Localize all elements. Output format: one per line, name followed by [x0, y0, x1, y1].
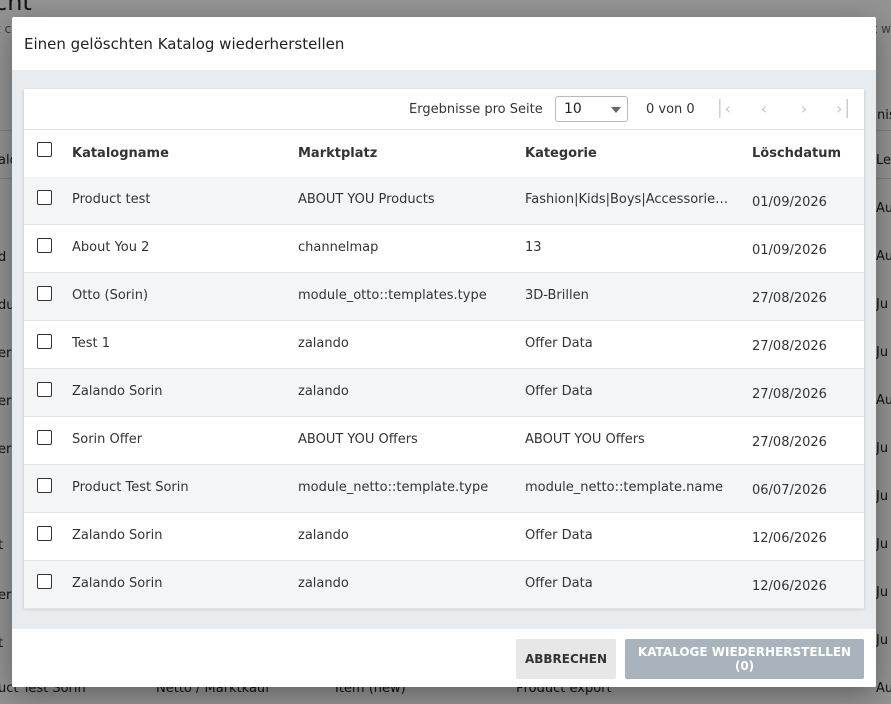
table-row[interactable]: Test 1 zalando Offer Data 27/08/2026 [24, 321, 864, 369]
first-page-icon[interactable]: │‹ [712, 98, 734, 120]
previous-page-icon[interactable]: ‹ [753, 98, 775, 120]
cell-marketplace: channelmap [298, 240, 379, 255]
cell-category: Offer Data [525, 576, 593, 591]
row-checkbox[interactable] [37, 430, 52, 445]
page-size-value: 10 [564, 101, 582, 117]
cell-deletion-date: 06/07/2026 [752, 483, 827, 498]
cell-category: module_netto::template.name [525, 480, 724, 495]
select-all-checkbox[interactable] [37, 142, 52, 157]
restore-catalog-dialog: Einen gelöschten Katalog wiederherstelle… [12, 17, 876, 687]
table-header: Katalogname Marktplatz Kategorie Löschda… [24, 129, 864, 179]
cell-marketplace: zalando [298, 528, 349, 543]
table-row[interactable]: About You 2 channelmap 13 01/09/2026 [24, 225, 864, 273]
cell-catalog-name: Test 1 [72, 336, 111, 351]
cell-marketplace: module_otto::templates.type [298, 288, 487, 303]
cell-deletion-date: 12/06/2026 [752, 579, 827, 594]
table-row[interactable]: Zalando Sorin zalando Offer Data 12/06/2… [24, 513, 864, 561]
cell-deletion-date: 01/09/2026 [752, 243, 827, 258]
table-row[interactable]: Product test ABOUT YOU Products Fashion|… [24, 177, 864, 225]
results-count: 0 von 0 [646, 102, 695, 117]
next-page-icon[interactable]: › [793, 98, 815, 120]
row-checkbox[interactable] [37, 334, 52, 349]
page-size-select[interactable]: 10 [555, 96, 628, 122]
table-row[interactable]: Otto (Sorin) module_otto::templates.type… [24, 273, 864, 321]
row-checkbox[interactable] [37, 574, 52, 589]
cell-category: ABOUT YOU Offers [525, 432, 645, 447]
cell-category: Offer Data [525, 384, 593, 399]
row-checkbox[interactable] [37, 286, 52, 301]
cell-deletion-date: 27/08/2026 [752, 291, 827, 306]
cell-marketplace: zalando [298, 384, 349, 399]
cell-marketplace: ABOUT YOU Offers [298, 432, 418, 447]
results-per-page-label: Ergebnisse pro Seite [409, 102, 543, 117]
cell-category: 3D-Brillen [525, 288, 589, 303]
cell-marketplace: module_netto::template.type [298, 480, 489, 495]
table-row[interactable]: Zalando Sorin zalando Offer Data 27/08/2… [24, 369, 864, 417]
row-checkbox[interactable] [37, 190, 52, 205]
cell-catalog-name: Zalando Sorin [72, 528, 163, 543]
cell-catalog-name: Otto (Sorin) [72, 288, 149, 303]
cell-catalog-name: Product Test Sorin [72, 480, 189, 495]
cancel-button[interactable]: ABBRECHEN [516, 639, 616, 679]
pagination-bar: Ergebnisse pro Seite 10 0 von 0 │‹ ‹ › ›… [24, 89, 864, 130]
cell-category: Fashion|Kids|Boys|Accessories|... [525, 192, 730, 207]
cell-catalog-name: About You 2 [72, 240, 150, 255]
row-checkbox[interactable] [37, 238, 52, 253]
row-checkbox[interactable] [37, 478, 52, 493]
catalog-table-card: Ergebnisse pro Seite 10 0 von 0 │‹ ‹ › ›… [24, 89, 864, 609]
table-row[interactable]: Zalando Sorin zalando Offer Data 12/06/2… [24, 561, 864, 609]
row-checkbox[interactable] [37, 382, 52, 397]
caret-down-icon [611, 107, 621, 113]
last-page-icon[interactable]: ›│ [833, 98, 855, 120]
cell-catalog-name: Zalando Sorin [72, 384, 163, 399]
dialog-header: Einen gelöschten Katalog wiederherstelle… [12, 17, 876, 70]
column-header-catalog-name[interactable]: Katalogname [72, 146, 169, 161]
dialog-title: Einen gelöschten Katalog wiederherstelle… [24, 35, 345, 53]
table-row[interactable]: Product Test Sorin module_netto::templat… [24, 465, 864, 513]
cell-catalog-name: Product test [72, 192, 151, 207]
cell-category: Offer Data [525, 336, 593, 351]
table-row[interactable]: Sorin Offer ABOUT YOU Offers ABOUT YOU O… [24, 417, 864, 465]
cell-marketplace: ABOUT YOU Products [298, 192, 435, 207]
column-header-deletion-date[interactable]: Löschdatum [752, 146, 841, 161]
column-header-category[interactable]: Kategorie [525, 146, 597, 161]
restore-catalogs-button[interactable]: KATALOGE WIEDERHERSTELLEN (0) [625, 639, 864, 679]
dialog-footer: ABBRECHEN KATALOGE WIEDERHERSTELLEN (0) [12, 629, 876, 687]
cell-marketplace: zalando [298, 576, 349, 591]
cell-deletion-date: 12/06/2026 [752, 531, 827, 546]
cell-category: 13 [525, 240, 542, 255]
cell-catalog-name: Sorin Offer [72, 432, 143, 447]
cell-deletion-date: 27/08/2026 [752, 387, 827, 402]
cell-marketplace: zalando [298, 336, 349, 351]
cell-deletion-date: 27/08/2026 [752, 339, 827, 354]
cell-deletion-date: 01/09/2026 [752, 195, 827, 210]
cell-category: Offer Data [525, 528, 593, 543]
cell-deletion-date: 27/08/2026 [752, 435, 827, 450]
row-checkbox[interactable] [37, 526, 52, 541]
cell-catalog-name: Zalando Sorin [72, 576, 163, 591]
column-header-marketplace[interactable]: Marktplatz [298, 146, 377, 161]
